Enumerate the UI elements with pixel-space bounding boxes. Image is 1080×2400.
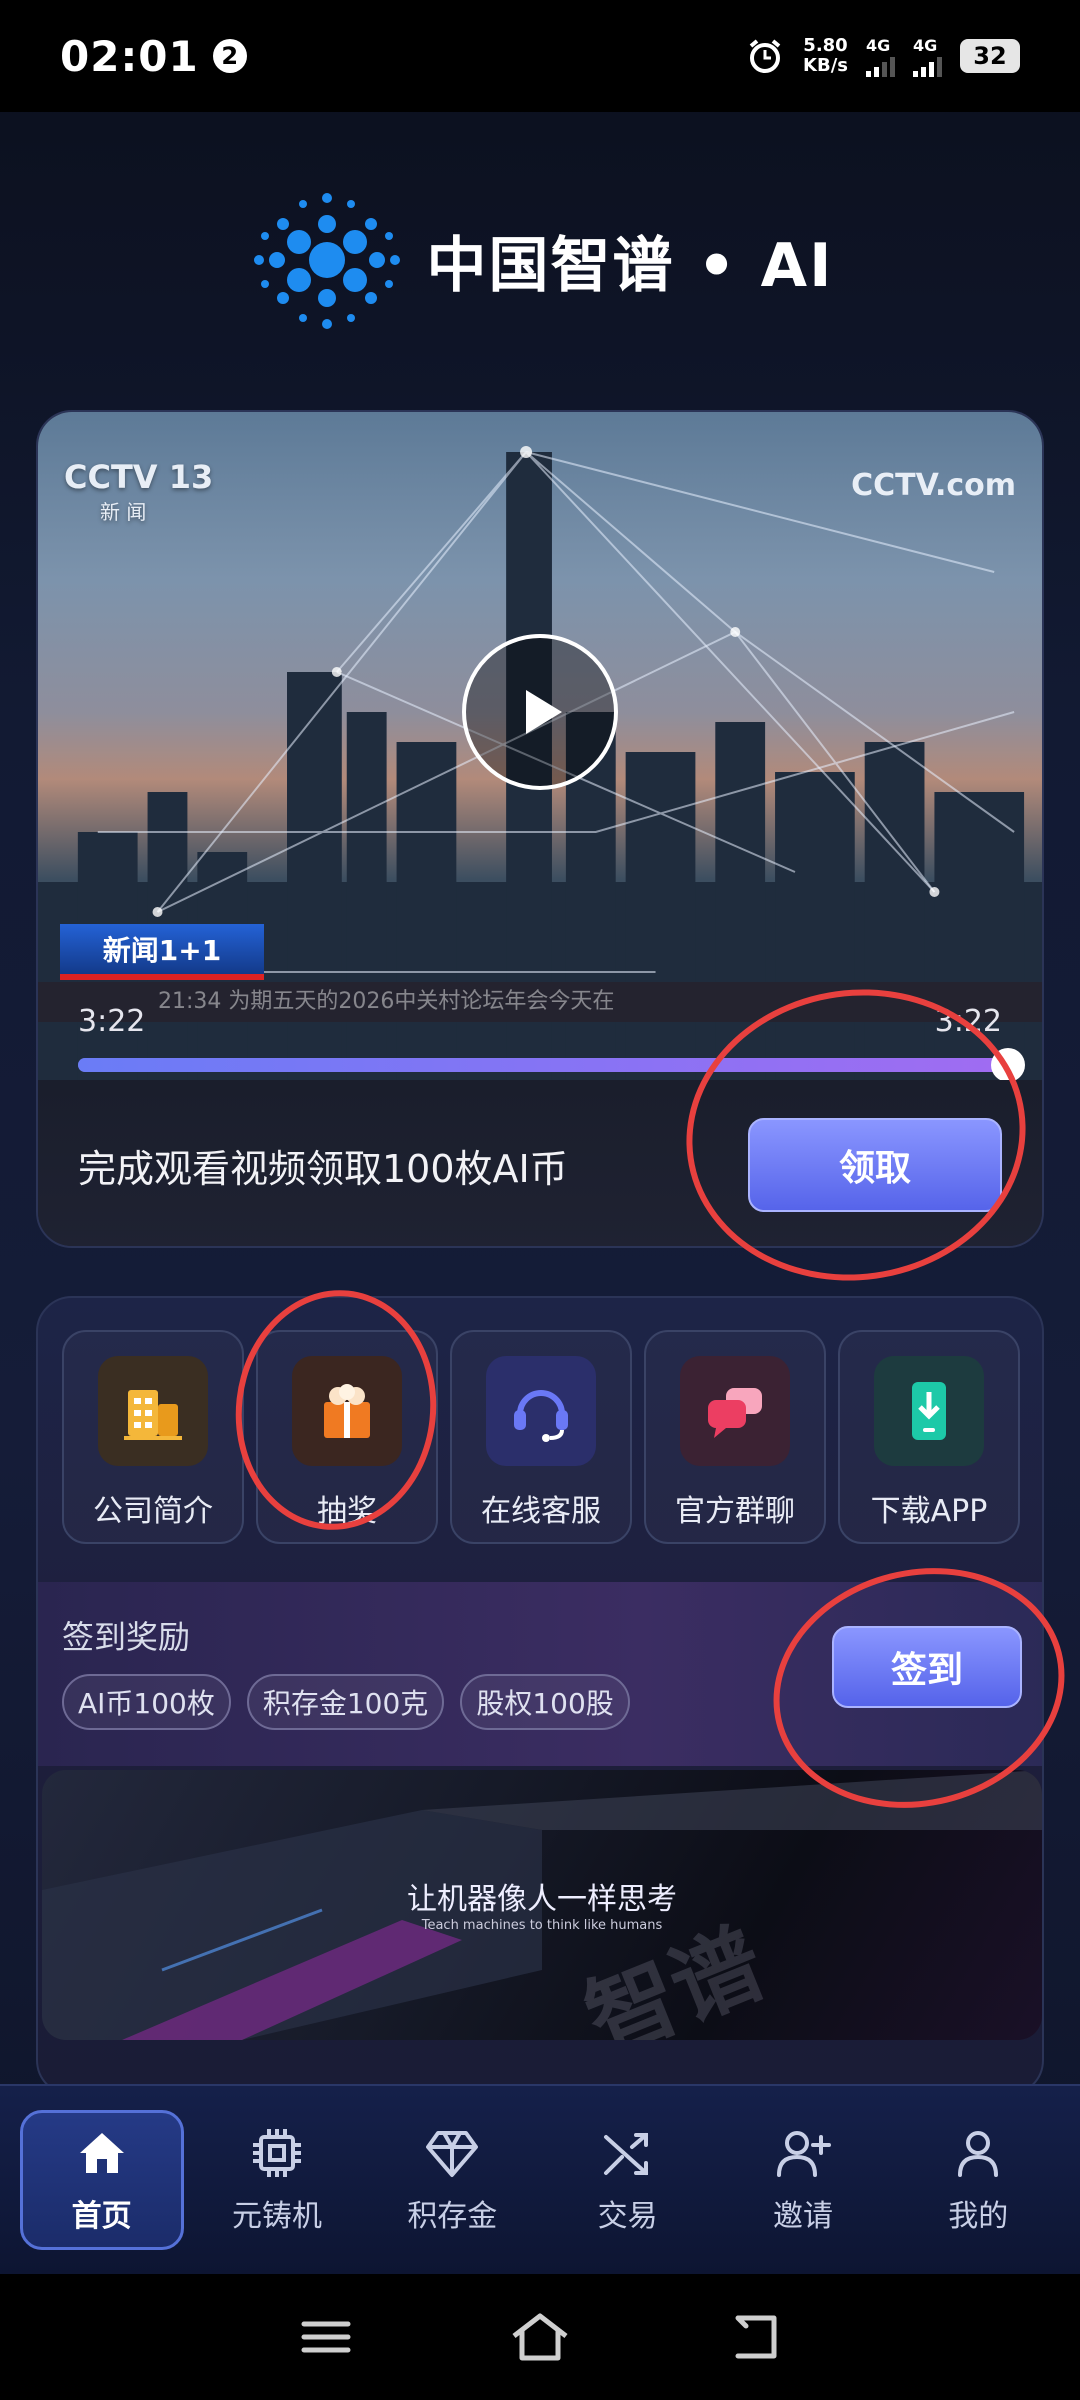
chip-icon [252,2129,301,2177]
sim2-label: 4G [913,35,938,55]
video-reward-row: 完成观看视频领取100枚AI币 领取 [38,1080,1042,1246]
menu-icon[interactable] [296,2312,356,2362]
app-screen: 02:01 2 5.80 KB/s 4G 4G 32 中国智谱 • AI CCT… [0,0,1080,2400]
tab-profile[interactable]: 我的 [896,2110,1060,2250]
promo-banner[interactable]: 智谱 让机器像人一样思考 Teach machines to think lik… [42,1770,1042,2040]
signal-bars-icon [913,55,942,77]
channel-left-name: CCTV 13 [64,458,214,496]
network-speed: 5.80 KB/s [803,36,848,76]
channel-logo-right: CCTV.com [851,468,1016,503]
play-icon [526,690,562,734]
network-speed-unit: KB/s [803,55,848,76]
channel-left-sub: 新 闻 [100,500,147,524]
status-time: 02:01 [60,31,199,81]
news-ticker: 21:34 为期五天的2026中关村论坛年会今天在 [38,982,1042,1022]
battery-indicator: 32 [960,39,1020,73]
tab-label: 我的 [948,2199,1009,2234]
signin-title: 签到奖励 [62,1618,191,1656]
bottom-tab-bar: 首页 元铸机 积存金 交易 邀请 我的 [0,2084,1080,2274]
tab-label: 邀请 [772,2199,833,2234]
video-card: CCTV 13 新 闻 CCTV.com 新闻1+1 21:34 为期五天的20… [36,410,1044,1248]
total-time: 3:22 [934,1004,1002,1039]
video-progress-fill [78,1058,1008,1072]
menu-card: 公司简介 抽奖 在线客服 官方群聊 下载APP 签到奖励 AI币100枚 积存金… [36,1296,1044,2096]
quick-item-label: 官方群聊 [675,1494,795,1529]
system-nav-bar [0,2274,1080,2400]
progress-knob[interactable] [991,1048,1025,1082]
tab-label: 首页 [71,2199,132,2234]
shuffle-icon [603,2133,648,2175]
dot-sphere-logo-icon [253,193,400,329]
status-icons: 5.80 KB/s 4G 4G 32 [745,36,1020,77]
tab-label: 元铸机 [231,2199,322,2234]
quick-item-lottery[interactable]: 抽奖 [256,1330,438,1544]
quick-item-label: 在线客服 [481,1494,601,1529]
tab-invite[interactable]: 邀请 [721,2110,885,2250]
tab-label: 积存金 [407,2199,498,2234]
back-icon[interactable] [724,2310,784,2364]
quick-item-label: 抽奖 [317,1494,377,1529]
quick-item-download-app[interactable]: 下载APP [838,1330,1020,1544]
reward-chip: 股权100股 [460,1674,630,1730]
video-progress-bar[interactable] [78,1048,1025,1082]
signin-reward-section: 签到奖励 AI币100枚 积存金100克 股权100股 签到 [38,1582,1042,1766]
play-button[interactable] [462,634,618,790]
reward-chip: AI币100枚 [62,1674,231,1730]
claim-button[interactable]: 领取 [748,1118,1002,1212]
banner-title: 让机器像人一样思考 [407,1882,677,1917]
video-player[interactable]: CCTV 13 新 闻 CCTV.com 新闻1+1 21:34 为期五天的20… [38,412,1042,1082]
tab-minting-machine[interactable]: 元铸机 [195,2110,359,2250]
brand-logo: 中国智谱 • AI [0,170,1080,350]
quick-item-customer-service[interactable]: 在线客服 [450,1330,632,1544]
network-speed-value: 5.80 [803,35,848,56]
sim1-signal: 4G [866,36,895,77]
brand-name: 中国智谱 • AI [426,230,834,301]
diamond-icon [426,2131,479,2177]
tab-label: 交易 [597,2199,658,2234]
quick-item-group-chat[interactable]: 官方群聊 [644,1330,826,1544]
sim2-signal: 4G [913,36,942,77]
download-phone-icon [874,1356,984,1466]
banner-subtitle: Teach machines to think like humans [421,1918,663,1933]
reward-description: 完成观看视频领取100枚AI币 [78,1146,568,1191]
channel-logo-left: CCTV 13 新 闻 [64,458,213,525]
chat-bubbles-icon [680,1356,790,1466]
signal-bars-icon [866,55,895,77]
tab-gold-savings[interactable]: 积存金 [370,2110,534,2250]
quick-item-company-profile[interactable]: 公司简介 [62,1330,244,1544]
add-user-icon [776,2131,831,2177]
home-nav-icon[interactable] [508,2310,572,2364]
reward-chip: 积存金100克 [246,1674,445,1730]
gift-icon [292,1356,402,1466]
tab-trade[interactable]: 交易 [546,2110,710,2250]
quick-menu: 公司简介 抽奖 在线客服 官方群聊 下载APP [62,1330,1022,1544]
quick-item-label: 公司简介 [93,1494,213,1529]
alarm-icon [749,39,781,73]
signin-reward-chips: AI币100枚 积存金100克 股权100股 [62,1674,630,1730]
user-icon [958,2131,999,2177]
tab-home[interactable]: 首页 [19,2110,184,2250]
status-bar: 02:01 2 5.80 KB/s 4G 4G 32 [0,0,1080,112]
quick-item-label: 下载APP [870,1494,988,1529]
notification-badge: 2 [212,39,247,73]
building-icon [98,1356,208,1466]
signin-button[interactable]: 签到 [832,1626,1022,1708]
news-program-tag: 新闻1+1 [60,924,264,980]
home-icon [79,2133,124,2173]
headset-icon [486,1356,596,1466]
current-time: 3:22 [78,1004,146,1039]
sim1-label: 4G [866,35,891,55]
